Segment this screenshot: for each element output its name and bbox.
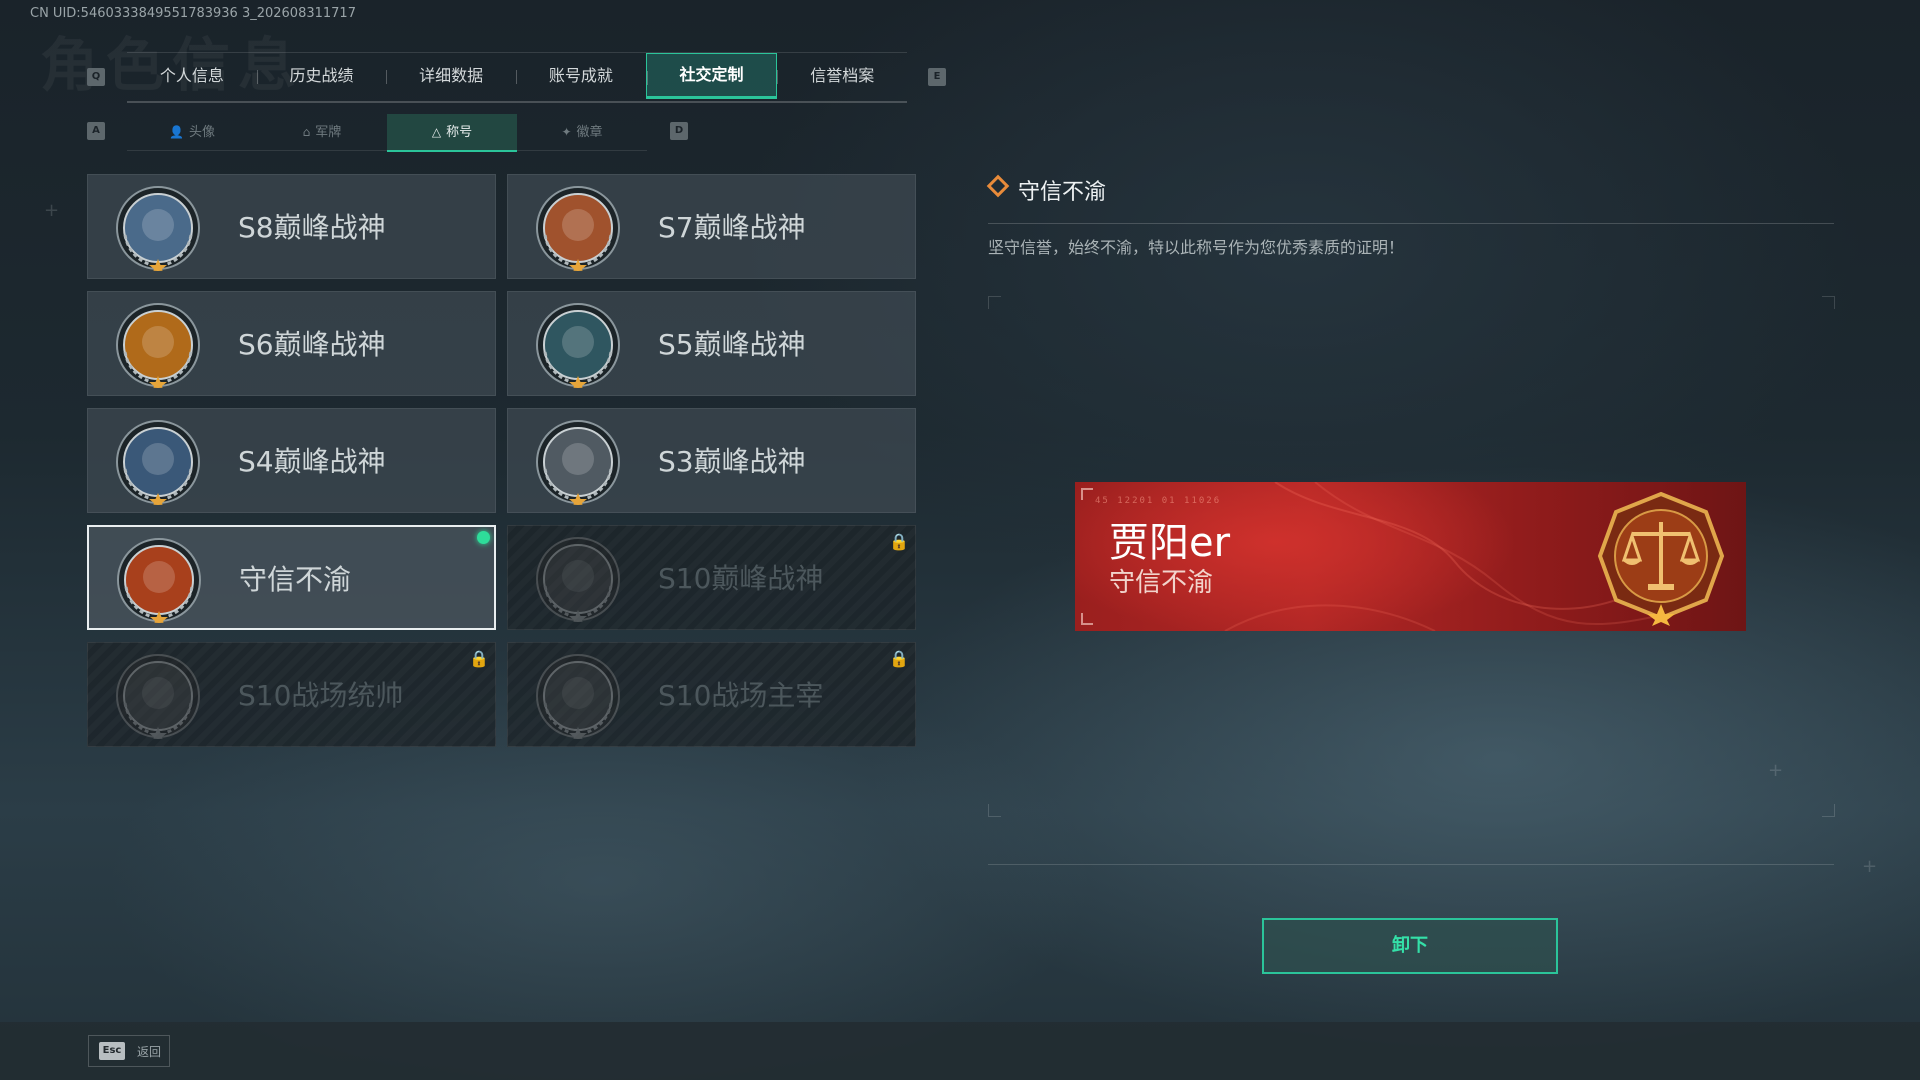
s3-medal-icon <box>536 420 620 505</box>
subtab-label: 军牌 <box>315 125 342 140</box>
tab-2[interactable]: 详细数据 <box>386 53 516 99</box>
plus-deco: + <box>1862 856 1878 877</box>
subtab-0[interactable]: 👤 头像 <box>127 114 257 150</box>
frame-corner <box>1822 804 1835 817</box>
title-card[interactable]: S7巅峰战神 <box>507 174 916 279</box>
tab-1[interactable]: 历史战绩 <box>256 53 387 99</box>
person-icon: 👤 <box>169 125 184 139</box>
key-hint-prev-tab[interactable]: Q <box>87 68 105 86</box>
title-card-name: S10巅峰战神 <box>658 562 824 595</box>
title-card-name: S7巅峰战神 <box>658 211 806 244</box>
title-card-name: S4巅峰战神 <box>238 445 386 478</box>
s10-medal-icon <box>536 537 620 622</box>
lock-icon: 🔒 <box>889 532 909 551</box>
title-diamond-icon <box>986 174 1010 198</box>
detail-description: 坚守信誉，始终不渝，特以此称号作为您优秀素质的证明！ <box>988 238 1405 257</box>
back-label: 返回 <box>137 1045 162 1059</box>
nameplate-preview: 45 12201 01 11026 贾阳er 守信不渝 <box>1075 482 1746 631</box>
esc-key: Esc <box>99 1042 125 1060</box>
panel-divider <box>988 864 1834 865</box>
title-card-name: 守信不渝 <box>239 563 352 596</box>
banner-player-name: 贾阳er <box>1109 520 1231 566</box>
title-card-name: S5巅峰战神 <box>658 328 806 361</box>
title-card[interactable]: S10战场主宰 🔒 <box>507 642 916 747</box>
plus-deco: + <box>44 200 60 221</box>
justice-scale-medal-icon <box>117 538 201 623</box>
subtab-1[interactable]: ⌂ 军牌 <box>257 114 387 150</box>
sub-tabs: 👤 头像 ⌂ 军牌 △ 称号 ✦ 徽章 <box>127 114 647 152</box>
equipped-indicator <box>477 531 490 544</box>
title-card[interactable]: S6巅峰战神 <box>87 291 496 396</box>
title-card[interactable]: 守信不渝 <box>87 525 496 630</box>
title-card-name: S3巅峰战神 <box>658 445 806 478</box>
unequip-button[interactable]: 卸下 <box>1262 918 1558 974</box>
title-card-name: S8巅峰战神 <box>238 211 386 244</box>
badge-icon: ✦ <box>561 125 572 139</box>
plus-deco: + <box>1768 760 1784 781</box>
title-card[interactable]: S3巅峰战神 <box>507 408 916 513</box>
tab-0[interactable]: 个人信息 <box>127 53 257 99</box>
banner-code: 45 12201 01 11026 <box>1095 496 1222 506</box>
s8-medal-icon <box>116 186 200 271</box>
title-card[interactable]: S5巅峰战神 <box>507 291 916 396</box>
tab-5[interactable]: 信誉档案 <box>777 53 907 99</box>
title-card-name: S10战场统帅 <box>238 679 404 712</box>
frame-corner <box>1822 296 1835 309</box>
back-button[interactable]: Esc 返回 <box>88 1035 170 1067</box>
key-hint-next-tab[interactable]: E <box>928 68 946 86</box>
s7-medal-icon <box>536 186 620 271</box>
detail-title: 守信不渝 <box>1018 180 1107 205</box>
lock-icon: 🔒 <box>469 649 489 668</box>
banner-corner <box>1081 488 1093 500</box>
lock-icon: 🔒 <box>889 649 909 668</box>
title-card[interactable]: S10战场统帅 🔒 <box>87 642 496 747</box>
tab-4[interactable]: 社交定制 <box>645 53 778 99</box>
tab-3[interactable]: 账号成就 <box>516 53 646 99</box>
title-card[interactable]: S10巅峰战神 🔒 <box>507 525 916 630</box>
triangle-icon: △ <box>431 125 442 139</box>
uid-label: CN UID:5460333849551783936 3_20260831171… <box>30 6 356 21</box>
frame-corner <box>988 804 1001 817</box>
key-hint-next-subtab[interactable]: D <box>670 122 688 140</box>
key-hint-prev-subtab[interactable]: A <box>87 122 105 140</box>
title-card[interactable]: S4巅峰战神 <box>87 408 496 513</box>
subtab-2[interactable]: △ 称号 <box>387 114 517 152</box>
s5-medal-icon <box>536 303 620 388</box>
s10-ruler-medal-icon <box>536 654 620 739</box>
banner-title: 守信不渝 <box>1109 568 1214 598</box>
bottom-bar <box>0 1022 1920 1080</box>
justice-scale-medal-icon <box>1597 491 1725 626</box>
main-tabs: 个人信息 历史战绩 详细数据 账号成就 社交定制 信誉档案 <box>127 52 907 103</box>
title-card[interactable]: S8巅峰战神 <box>87 174 496 279</box>
detail-divider <box>988 223 1834 224</box>
subtab-label: 徽章 <box>576 125 603 140</box>
subtab-3[interactable]: ✦ 徽章 <box>517 114 647 150</box>
s10-commander-medal-icon <box>116 654 200 739</box>
frame-corner <box>988 296 1001 309</box>
subtab-label: 称号 <box>446 125 473 140</box>
s6-medal-icon <box>116 303 200 388</box>
subtab-label: 头像 <box>188 125 215 140</box>
title-card-name: S6巅峰战神 <box>238 328 386 361</box>
title-card-name: S10战场主宰 <box>658 679 824 712</box>
dogtag-icon: ⌂ <box>302 125 311 139</box>
banner-corner <box>1081 613 1093 625</box>
s4-medal-icon <box>116 420 200 505</box>
